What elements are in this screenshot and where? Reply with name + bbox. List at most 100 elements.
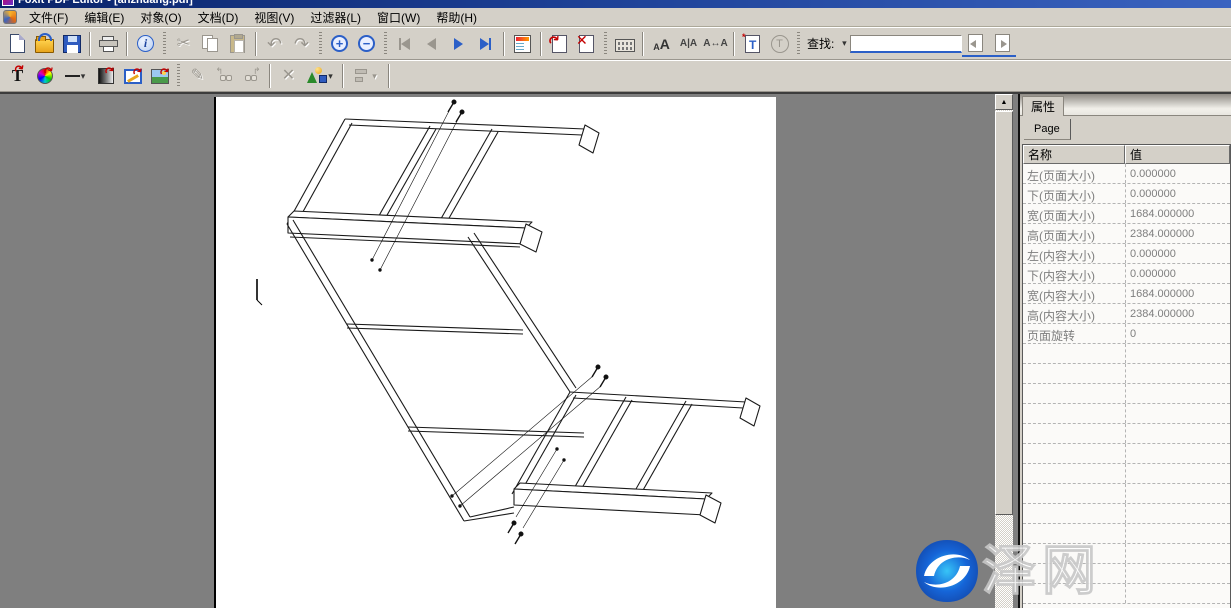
add-text-object-button[interactable]: T*: [739, 31, 766, 57]
table-row-empty[interactable]: [1023, 404, 1230, 424]
tab-page[interactable]: Page: [1024, 119, 1071, 140]
add-shading-button[interactable]: ↷: [92, 63, 119, 89]
prop-value[interactable]: 0.000000: [1125, 164, 1230, 183]
table-row-empty[interactable]: [1023, 564, 1230, 584]
cut-button[interactable]: ✂: [170, 31, 197, 57]
page-layout-button[interactable]: [509, 31, 536, 57]
find-dropdown-button[interactable]: ▾: [837, 36, 850, 52]
delete-object-button[interactable]: ✕: [275, 63, 302, 89]
new-document-button[interactable]: [4, 31, 31, 57]
table-row-empty[interactable]: [1023, 444, 1230, 464]
table-row[interactable]: 页面旋转0: [1023, 324, 1230, 344]
scrollbar-thumb[interactable]: [995, 111, 1013, 515]
menu-document[interactable]: 文档(D): [190, 7, 247, 28]
vertical-scrollbar[interactable]: ▲: [995, 94, 1013, 608]
menu-filter[interactable]: 过滤器(L): [302, 7, 369, 28]
table-row-empty[interactable]: [1023, 544, 1230, 564]
table-row-empty[interactable]: [1023, 384, 1230, 404]
toolbar-drag-handle[interactable]: [797, 32, 800, 56]
image-icon: ↷: [151, 69, 169, 84]
table-row-empty[interactable]: [1023, 344, 1230, 364]
find-input[interactable]: [850, 35, 962, 53]
prop-value[interactable]: 0: [1125, 324, 1230, 343]
table-row[interactable]: 下(页面大小)0.000000: [1023, 184, 1230, 204]
rotate-page-button[interactable]: ↷: [546, 31, 573, 57]
table-row-empty[interactable]: [1023, 364, 1230, 384]
toolbar-drag-handle[interactable]: [319, 32, 322, 56]
prop-value[interactable]: 1684.000000: [1125, 204, 1230, 223]
menu-file[interactable]: 文件(F): [21, 7, 76, 28]
align-button[interactable]: ▾: [348, 63, 384, 89]
char-kerning-button[interactable]: A|A: [675, 31, 702, 57]
keyboard-input-button[interactable]: [611, 31, 638, 57]
scroll-up-button[interactable]: ▲: [995, 94, 1013, 110]
column-header-name[interactable]: 名称: [1023, 145, 1125, 164]
copy-button[interactable]: [197, 31, 224, 57]
column-header-value[interactable]: 值: [1125, 145, 1230, 164]
bring-forward-button[interactable]: ↱: [238, 63, 265, 89]
prop-value[interactable]: 1684.000000: [1125, 284, 1230, 303]
line-tool-button[interactable]: ▾: [58, 63, 92, 89]
table-row[interactable]: 下(内容大小)0.000000: [1023, 264, 1230, 284]
last-page-button[interactable]: [472, 31, 499, 57]
zoom-out-button[interactable]: −: [353, 31, 380, 57]
zoom-in-button[interactable]: +: [326, 31, 353, 57]
lasso-edit-button[interactable]: ✎: [184, 63, 211, 89]
find-next-button[interactable]: [989, 31, 1016, 57]
table-row-empty[interactable]: [1023, 584, 1230, 604]
prop-value[interactable]: 0.000000: [1125, 264, 1230, 283]
pdf-page-canvas[interactable]: [214, 97, 776, 608]
table-row[interactable]: 高(内容大小)2384.000000: [1023, 304, 1230, 324]
toolbar-drag-handle[interactable]: [177, 64, 180, 88]
pencil-icon: ✎: [191, 68, 204, 84]
font-size-button[interactable]: AA: [648, 31, 675, 57]
prop-value[interactable]: 0.000000: [1125, 184, 1230, 203]
text-mode-button[interactable]: T: [766, 31, 793, 57]
table-row-empty[interactable]: [1023, 424, 1230, 444]
shapes-button[interactable]: ▾: [302, 63, 338, 89]
document-info-button[interactable]: i: [132, 31, 159, 57]
table-row[interactable]: 宽(内容大小)1684.000000: [1023, 284, 1230, 304]
menu-edit[interactable]: 编辑(E): [76, 7, 132, 28]
redo-button[interactable]: ↷: [288, 31, 315, 57]
document-icon[interactable]: [3, 10, 17, 24]
previous-page-button[interactable]: [418, 31, 445, 57]
table-row[interactable]: 左(页面大小)0.000000: [1023, 164, 1230, 184]
table-row-empty[interactable]: [1023, 484, 1230, 504]
properties-panel: 属性 Page 名称 值 左(页面大小)0.000000 下(页面大小)0.00…: [1018, 94, 1231, 608]
char-spacing-button[interactable]: A↔A: [702, 31, 729, 57]
first-page-button[interactable]: [391, 31, 418, 57]
add-text-button[interactable]: T↷: [4, 63, 31, 89]
toolbar-drag-handle[interactable]: [604, 32, 607, 56]
menu-window[interactable]: 窗口(W): [369, 7, 428, 28]
prop-value[interactable]: 2384.000000: [1125, 304, 1230, 323]
panel-title[interactable]: 属性: [1022, 96, 1064, 116]
table-row[interactable]: 左(内容大小)0.000000: [1023, 244, 1230, 264]
table-row-empty[interactable]: [1023, 464, 1230, 484]
find-previous-button[interactable]: [962, 31, 989, 57]
table-row-empty[interactable]: [1023, 524, 1230, 544]
toolbar-drag-handle[interactable]: [384, 32, 387, 56]
undo-button[interactable]: ↶: [261, 31, 288, 57]
menu-object[interactable]: 对象(O): [132, 7, 189, 28]
prop-value[interactable]: 0.000000: [1125, 244, 1230, 263]
table-row[interactable]: 高(页面大小)2384.000000: [1023, 224, 1230, 244]
print-button[interactable]: [95, 31, 122, 57]
menu-view[interactable]: 视图(V): [246, 7, 302, 28]
find-previous-icon: [968, 34, 983, 52]
add-image-button[interactable]: ↷: [146, 63, 173, 89]
save-button[interactable]: [58, 31, 85, 57]
add-color-button[interactable]: ↷: [31, 63, 58, 89]
document-workspace[interactable]: ▲ 属性 Page 名称 值 左(页面大小)0.000000 下(页面大小)0.…: [0, 92, 1231, 608]
delete-page-button[interactable]: ✕: [573, 31, 600, 57]
table-row-empty[interactable]: [1023, 504, 1230, 524]
paste-button[interactable]: [224, 31, 251, 57]
edit-image-button[interactable]: ↷: [119, 63, 146, 89]
next-page-button[interactable]: [445, 31, 472, 57]
menu-help[interactable]: 帮助(H): [428, 7, 485, 28]
toolbar-drag-handle[interactable]: [163, 32, 166, 56]
table-row[interactable]: 宽(页面大小)1684.000000: [1023, 204, 1230, 224]
send-backward-button[interactable]: ↰: [211, 63, 238, 89]
open-button[interactable]: [31, 31, 58, 57]
prop-value[interactable]: 2384.000000: [1125, 224, 1230, 243]
